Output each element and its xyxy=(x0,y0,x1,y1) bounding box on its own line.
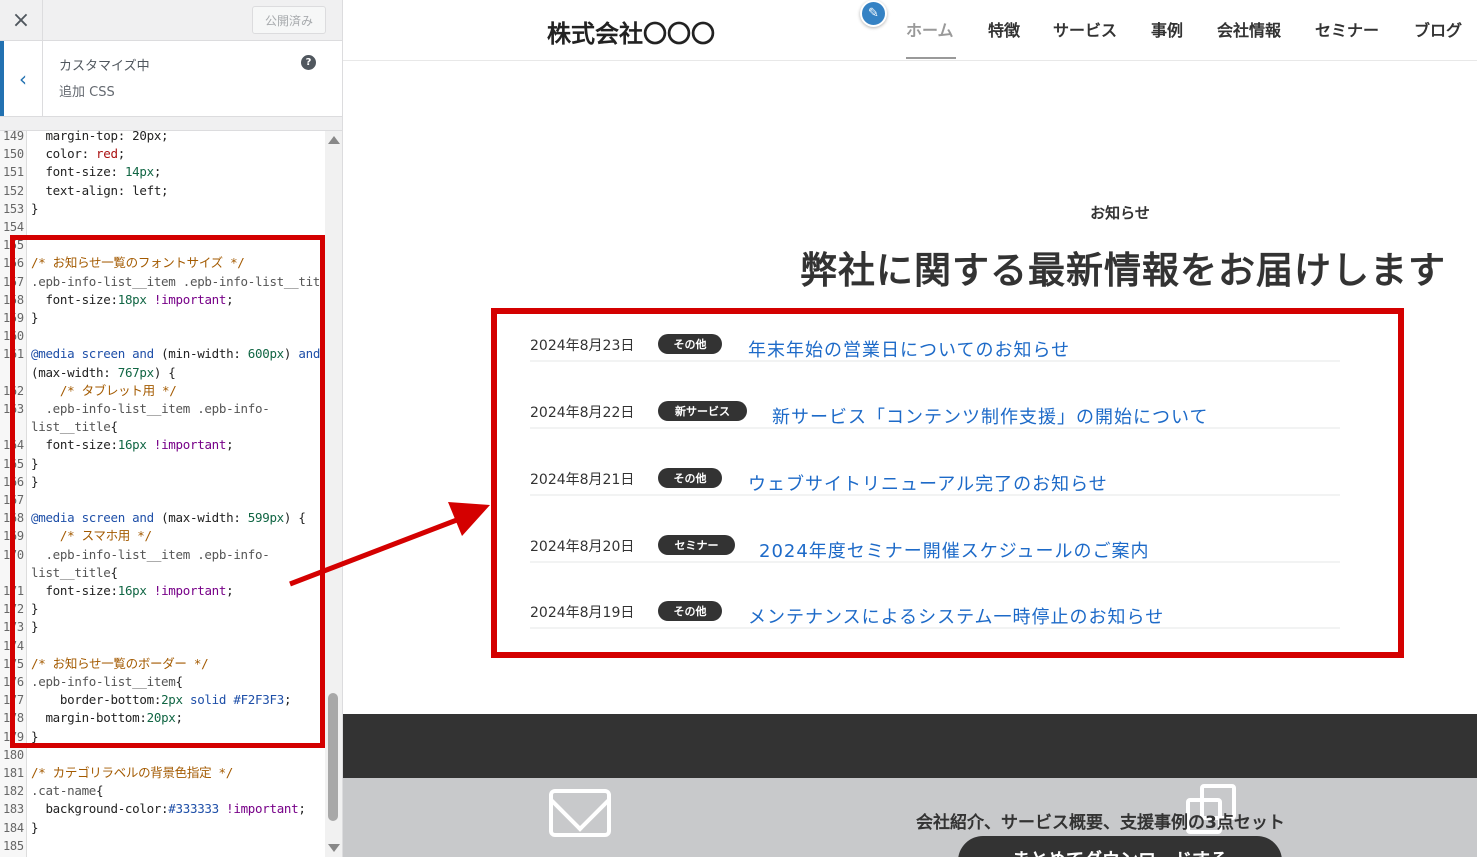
screen: × 公開済み ‹ カスタマイズ中 追加 CSS ? 149 margin-top… xyxy=(0,0,1477,857)
arrow-shaft xyxy=(289,515,463,587)
annotation-arrow xyxy=(289,502,490,587)
